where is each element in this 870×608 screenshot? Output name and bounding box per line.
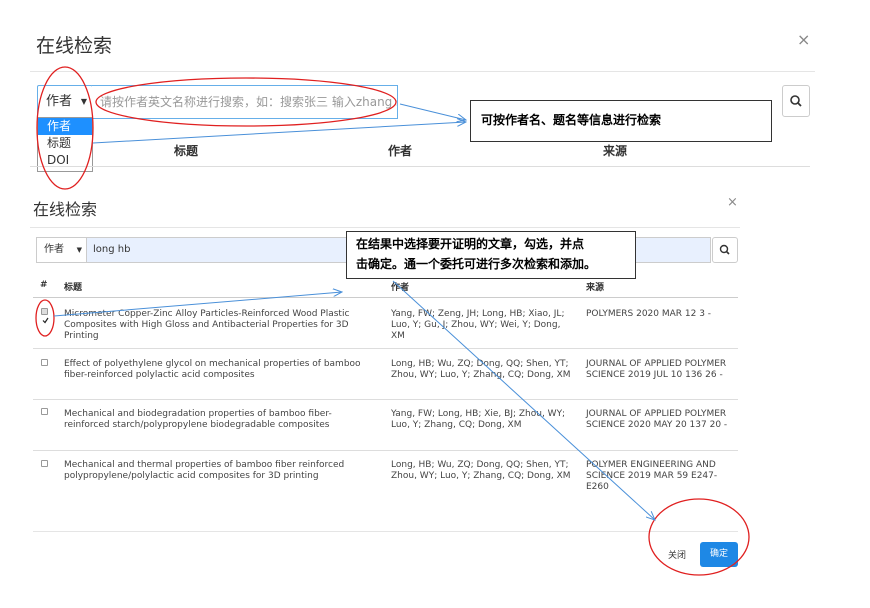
- row-source-1: POLYMERS 2020 MAR 12 3 -: [586, 309, 712, 319]
- dialog1-col-author: 作者: [388, 144, 413, 158]
- dialog1-field-select[interactable]: 作者 ▼: [37, 85, 93, 119]
- close-button[interactable]: 关闭: [660, 545, 694, 567]
- dropdown-option-author[interactable]: 作者: [38, 118, 92, 135]
- row-divider: [33, 348, 738, 349]
- annotation-callout-search: 可按作者名、题名等信息进行检索: [470, 100, 772, 142]
- caret-down-icon: ▼: [76, 246, 82, 254]
- dialog2-search-button[interactable]: [712, 237, 738, 263]
- callout-line-1: 在结果中选择要开证明的文章，勾选，并点: [356, 237, 585, 251]
- confirm-button[interactable]: 确定: [700, 542, 738, 567]
- caret-down-icon: ▼: [80, 97, 87, 106]
- search-icon: [719, 244, 730, 255]
- col-title: 标题: [64, 283, 83, 293]
- row-title-1[interactable]: Micrometer Copper-Zinc Alloy Particles-R…: [64, 309, 364, 342]
- dialog1-header-divider: [30, 71, 815, 72]
- dialog1-field-dropdown[interactable]: 作者 标题 DOI: [37, 117, 93, 172]
- dropdown-option-title[interactable]: 标题: [38, 135, 92, 152]
- dialog1-col-title: 标题: [174, 144, 199, 158]
- col-source: 来源: [586, 283, 605, 293]
- dialog2-field-select[interactable]: 作者 ▼: [36, 237, 86, 263]
- dialog1-col-source: 来源: [603, 144, 628, 158]
- table-header-divider: [33, 297, 738, 298]
- row-title-2[interactable]: Effect of polyethylene glycol on mechani…: [64, 359, 364, 381]
- row-checkbox-3[interactable]: [41, 408, 48, 415]
- dialog1-search-input[interactable]: 请按作者英文名称进行搜索，如：搜索张三 输入zhang s: [92, 85, 398, 119]
- annotation-arrow: [399, 103, 466, 120]
- annotation-callout-select: 在结果中选择要开证明的文章，勾选，并点 击确定。通一个委托可进行多次检索和添加。: [346, 231, 636, 279]
- row-authors-2: Long, HB; Wu, ZQ; Dong, QQ; Shen, YT; Zh…: [391, 359, 571, 380]
- dialog2-title: 在线检索: [33, 200, 98, 219]
- row-source-2: JOURNAL OF APPLIED POLYMER SCIENCE 2019 …: [586, 359, 727, 380]
- dialog1-title: 在线检索: [36, 35, 113, 57]
- row-source-4: POLYMER ENGINEERING AND SCIENCE 2019 MAR…: [586, 460, 718, 492]
- dialog1-select-value: 作者: [46, 94, 73, 109]
- search-icon: [790, 95, 802, 107]
- row-authors-3: Yang, FW; Long, HB; Xie, BJ; Zhou, WY; L…: [391, 409, 566, 430]
- row-checkbox-1[interactable]: [41, 308, 49, 324]
- col-author: 作者: [391, 283, 410, 293]
- row-divider: [33, 450, 738, 451]
- row-authors-1: Yang, FW; Zeng, JH; Long, HB; Xiao, JL; …: [391, 309, 565, 341]
- row-title-3[interactable]: Mechanical and biodegradation properties…: [64, 409, 354, 431]
- row-divider: [33, 399, 738, 400]
- dialog1-search-button[interactable]: [782, 85, 810, 117]
- dialog2-close-icon[interactable]: ×: [727, 195, 738, 210]
- dialog2-select-value: 作者: [44, 244, 64, 255]
- row-checkbox-4[interactable]: [41, 460, 48, 467]
- dialog1-close-icon[interactable]: ×: [797, 30, 810, 49]
- callout-line-2: 击确定。通一个委托可进行多次检索和添加。: [356, 257, 597, 271]
- dialog1-table-divider: [30, 166, 810, 167]
- dialog2-header-divider: [30, 227, 740, 228]
- row-checkbox-2[interactable]: [41, 359, 48, 366]
- annotation-arrow: [92, 122, 466, 144]
- row-title-4[interactable]: Mechanical and thermal properties of bam…: [64, 460, 364, 482]
- checkbox-icon: [42, 317, 49, 324]
- col-index: #: [40, 280, 48, 290]
- footer-divider: [33, 531, 738, 532]
- row-source-3: JOURNAL OF APPLIED POLYMER SCIENCE 2020 …: [586, 409, 728, 430]
- row-authors-4: Long, HB; Wu, ZQ; Dong, QQ; Shen, YT; Zh…: [391, 460, 571, 481]
